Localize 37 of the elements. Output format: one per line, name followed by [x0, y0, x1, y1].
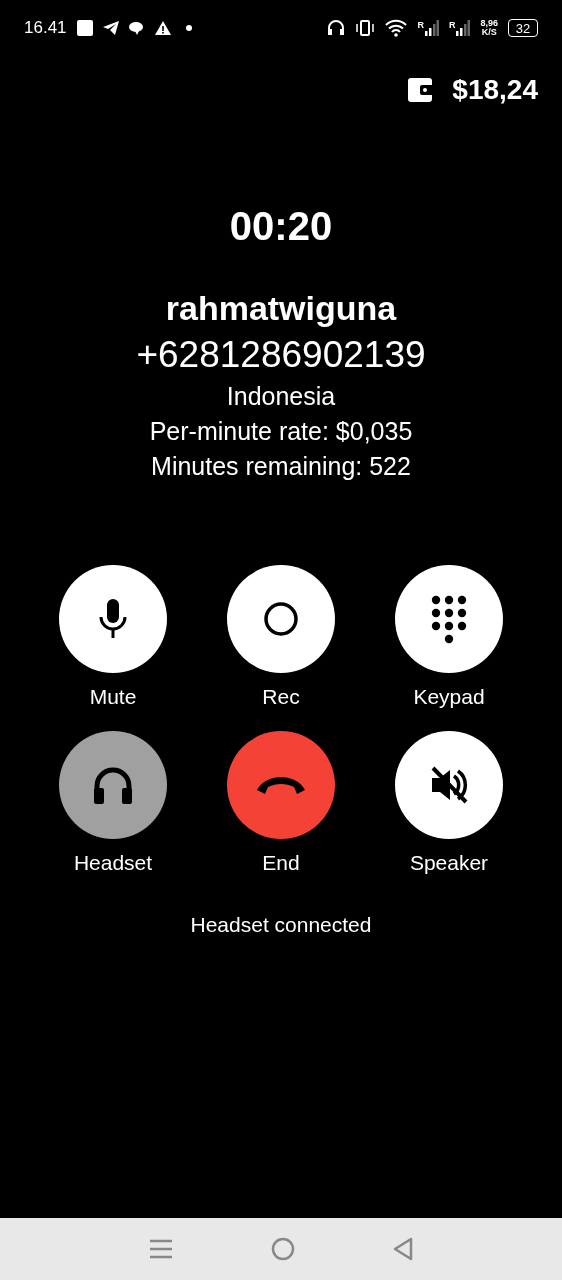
minutes-remaining: Minutes remaining: 522 — [150, 452, 412, 481]
signal-icon — [424, 20, 439, 36]
button-label: Rec — [262, 685, 300, 709]
vibrate-icon — [355, 19, 376, 37]
per-minute-rate: Per-minute rate: $0,035 — [148, 417, 414, 446]
record-icon — [263, 601, 299, 637]
headset-icon — [327, 19, 346, 37]
hang-up-icon — [255, 774, 307, 796]
warning-icon — [154, 21, 171, 35]
status-time: 16.41 — [24, 18, 67, 38]
speed-unit: K/S — [481, 28, 497, 37]
contact-name: rahmatwiguna — [164, 289, 398, 328]
signal-label: R — [448, 20, 456, 30]
button-label: Keypad — [413, 685, 485, 709]
phone-number: +6281286902139 — [135, 334, 427, 376]
call-timer: 00:20 — [228, 204, 334, 249]
wallet-icon — [408, 78, 435, 102]
battery-indicator: 32 — [508, 19, 538, 37]
home-icon[interactable] — [271, 1237, 295, 1261]
button-label: Headset — [73, 851, 153, 875]
wifi-icon — [385, 19, 408, 37]
status-message: Headset connected — [189, 913, 373, 937]
balance-amount: $18,24 — [452, 74, 538, 106]
button-label: Speaker — [409, 851, 489, 875]
country: Indonesia — [225, 382, 337, 411]
signal-label: R — [417, 20, 424, 30]
back-icon[interactable] — [393, 1237, 413, 1261]
menu-icon[interactable] — [149, 1238, 173, 1260]
chat-bubbles-icon — [128, 21, 145, 35]
button-label: Mute — [89, 685, 137, 709]
network-speed: 8,96 — [480, 19, 498, 28]
button-label: End — [262, 851, 300, 875]
signal-icon — [456, 20, 471, 36]
headphones-icon — [93, 766, 133, 804]
keypad-icon — [431, 594, 467, 644]
app-notification-icon — [76, 20, 93, 36]
paper-plane-icon — [102, 21, 119, 35]
